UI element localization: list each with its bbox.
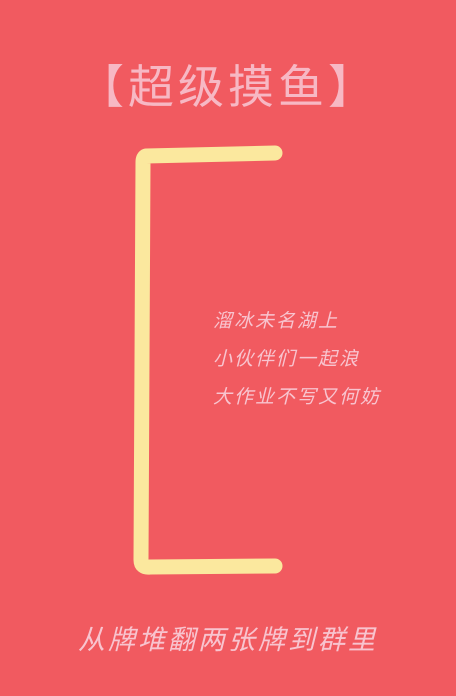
poem-line: 大作业不写又何妨 — [213, 386, 382, 408]
card: 【超级摸鱼】 溜冰未名湖上 小伙伴们一起浪 大作业不写又何妨 从牌堆翻两张牌到群… — [0, 0, 456, 696]
card-footer-instruction: 从牌堆翻两张牌到群里 — [78, 625, 378, 656]
poem-line: 小伙伴们一起浪 — [213, 348, 361, 370]
poem-line: 溜冰未名湖上 — [213, 310, 340, 332]
poem-text: 溜冰未名湖上 小伙伴们一起浪 大作业不写又何妨 — [213, 302, 443, 416]
